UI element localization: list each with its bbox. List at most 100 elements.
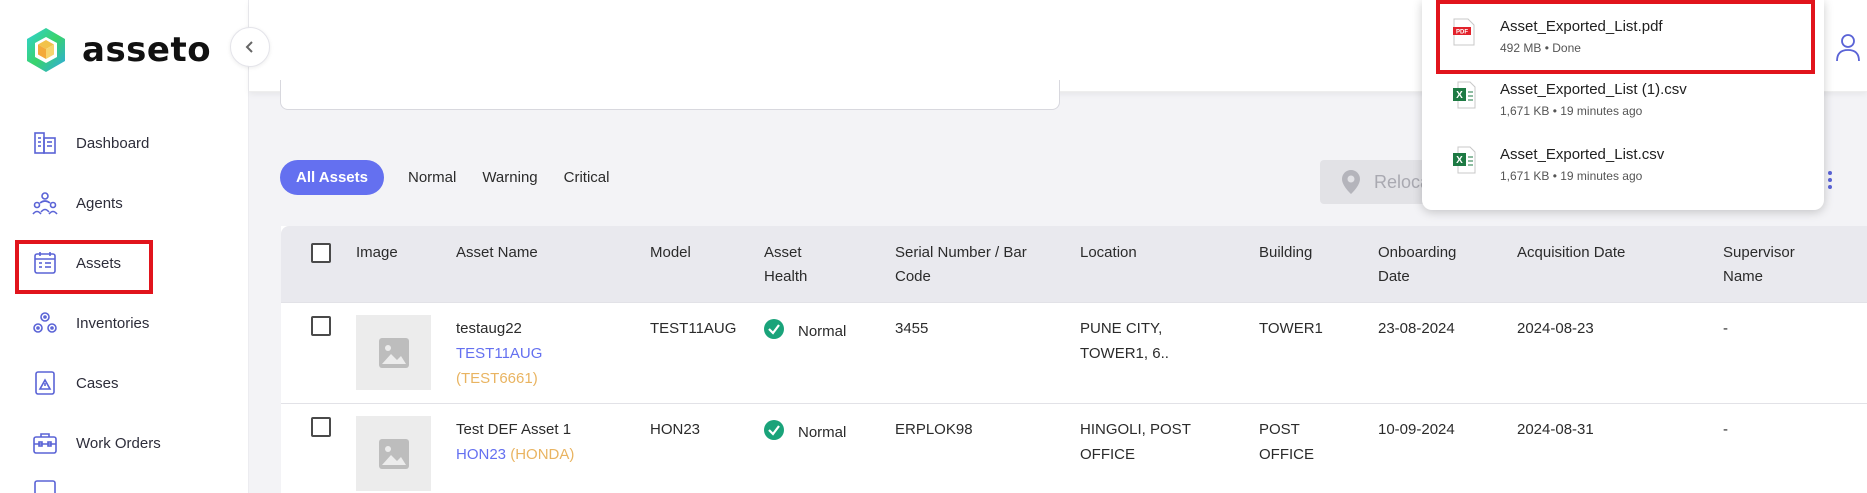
more-options-icon[interactable]: [1827, 170, 1833, 195]
download-item-pdf[interactable]: PDF Asset_Exported_List.pdf 492 MB • Don…: [1422, 0, 1824, 74]
model-cell: HON23: [650, 421, 701, 438]
asset-model-link[interactable]: HON23: [456, 446, 506, 463]
sidebar-item-label: Cases: [76, 374, 119, 392]
svg-text:PDF: PDF: [1456, 30, 1468, 36]
tab-critical[interactable]: Critical: [552, 161, 622, 194]
svg-text:X: X: [1456, 90, 1463, 101]
inventories-icon: [30, 308, 60, 338]
asset-name-cell: testaug22 TEST11AUG (TEST6661): [456, 316, 542, 391]
health-status: Normal: [798, 424, 847, 441]
table-header: Image Asset Name Model Asset Health Seri…: [281, 226, 1867, 302]
assets-icon: [30, 248, 60, 278]
location-cell: HINGOLI, POST OFFICE: [1080, 421, 1191, 463]
sidebar-item-dashboard[interactable]: Dashboard: [0, 113, 249, 173]
model-cell: TEST11AUG: [650, 320, 737, 337]
sidebar-item-work-orders[interactable]: Work Orders: [0, 413, 249, 473]
download-info: Asset_Exported_List (1).csv 1,671 KB • 1…: [1500, 81, 1687, 118]
asset-brand-link[interactable]: (HONDA): [510, 446, 574, 463]
asset-thumbnail: [356, 315, 431, 390]
assets-table: Image Asset Name Model Asset Health Seri…: [281, 226, 1867, 493]
select-all-checkbox[interactable]: [311, 243, 331, 263]
supervisor-cell: -: [1723, 421, 1728, 438]
sidebar-item-label: Dashboard: [76, 134, 150, 152]
health-status: Normal: [798, 323, 847, 340]
download-item-csv[interactable]: X Asset_Exported_List (1).csv 1,671 KB •…: [1422, 65, 1824, 130]
dashboard-icon: [30, 128, 60, 158]
row-checkbox[interactable]: [311, 417, 331, 437]
check-circle-icon: [764, 419, 784, 440]
health-cell: Normal: [764, 313, 846, 344]
header-model[interactable]: Model: [650, 241, 691, 265]
sidebar-item-agents[interactable]: Agents: [0, 173, 249, 233]
excel-file-icon: X: [1453, 81, 1476, 109]
serial-cell: 3455: [895, 320, 929, 337]
download-file-meta: 1,671 KB • 19 minutes ago: [1500, 169, 1643, 183]
sidebar-item-label: Agents: [76, 194, 123, 212]
relocate-button[interactable]: Reloca: [1320, 160, 1430, 204]
table-row[interactable]: Test DEF Asset 1 HON23 (HONDA) HON23 Nor…: [281, 403, 1867, 493]
health-cell: Normal: [764, 414, 846, 445]
row-checkbox[interactable]: [311, 316, 331, 336]
tab-warning[interactable]: Warning: [470, 161, 549, 194]
supervisor-cell: -: [1723, 320, 1728, 337]
download-file-meta: 492 MB • Done: [1500, 41, 1581, 55]
image-placeholder-icon: [378, 337, 409, 368]
sidebar-item-label: Assets: [76, 254, 122, 272]
pdf-file-icon: PDF: [1453, 18, 1475, 46]
downloads-popup: PDF Asset_Exported_List.pdf 492 MB • Don…: [1422, 0, 1824, 210]
sidebar-nav: Dashboard Agents Assets Inventories Case…: [0, 113, 249, 493]
onboarding-date-cell: 23-08-2024: [1378, 320, 1455, 337]
cases-icon: [30, 368, 60, 398]
header-asset-name[interactable]: Asset Name: [456, 241, 538, 265]
brand-logo[interactable]: asseto: [24, 26, 211, 74]
header-acquisition-date[interactable]: Acquisition Date: [1517, 241, 1625, 265]
sidebar: asseto Dashboard Agents Assets Inventori…: [0, 0, 249, 493]
work-orders-icon: [30, 428, 60, 458]
agents-icon: [30, 188, 60, 218]
sidebar-item-cases[interactable]: Cases: [0, 353, 249, 413]
sidebar-item-label: Work Orders: [76, 434, 161, 452]
sidebar-item-more[interactable]: [0, 473, 249, 493]
asset-name[interactable]: testaug22: [456, 316, 542, 341]
asset-name[interactable]: Test DEF Asset 1: [456, 417, 574, 442]
acquisition-date-cell: 2024-08-23: [1517, 320, 1594, 337]
asset-model-link[interactable]: TEST11AUG: [456, 341, 542, 366]
serial-cell: ERPLOK98: [895, 421, 973, 438]
acquisition-date-cell: 2024-08-31: [1517, 421, 1594, 438]
building-cell: POST OFFICE: [1259, 421, 1314, 463]
download-item-csv[interactable]: X Asset_Exported_List.csv 1,671 KB • 19 …: [1422, 130, 1824, 195]
asset-name-cell: Test DEF Asset 1 HON23 (HONDA): [456, 417, 574, 467]
tab-normal[interactable]: Normal: [396, 161, 468, 194]
building-cell: TOWER1: [1259, 320, 1323, 337]
location-cell: PUNE CITY, TOWER1, 6..: [1080, 320, 1169, 362]
app-window: asseto Dashboard Agents Assets Inventori…: [0, 0, 1867, 493]
calendar-icon: [30, 473, 60, 493]
svg-text:X: X: [1456, 155, 1463, 166]
download-file-name: Asset_Exported_List.csv: [1500, 146, 1665, 163]
table-row[interactable]: testaug22 TEST11AUG (TEST6661) TEST11AUG…: [281, 302, 1867, 403]
tab-all-assets[interactable]: All Assets: [280, 160, 384, 195]
user-icon[interactable]: [1835, 32, 1861, 67]
excel-file-icon: X: [1453, 146, 1476, 174]
logo-hexagon-icon: [27, 28, 65, 72]
header-onboarding-date[interactable]: Onboarding Date: [1378, 241, 1478, 289]
asset-filter-tabs: All Assets Normal Warning Critical: [280, 160, 623, 195]
header-building[interactable]: Building: [1259, 241, 1312, 265]
location-pin-icon: [1342, 170, 1360, 194]
download-file-name: Asset_Exported_List (1).csv: [1500, 81, 1687, 98]
sidebar-item-inventories[interactable]: Inventories: [0, 293, 249, 353]
onboarding-date-cell: 10-09-2024: [1378, 421, 1455, 438]
sidebar-item-assets[interactable]: Assets: [0, 233, 249, 294]
download-info: Asset_Exported_List.csv 1,671 KB • 19 mi…: [1500, 146, 1664, 183]
header-supervisor-name[interactable]: Supervisor Name: [1723, 241, 1823, 289]
asset-thumbnail: [356, 416, 431, 491]
asset-brand-link[interactable]: (TEST6661): [456, 366, 542, 391]
header-asset-health[interactable]: Asset Health: [764, 241, 824, 289]
image-placeholder-icon: [378, 438, 409, 469]
download-file-meta: 1,671 KB • 19 minutes ago: [1500, 104, 1643, 118]
collapse-sidebar-button[interactable]: [230, 27, 270, 67]
download-file-name: Asset_Exported_List.pdf: [1500, 18, 1663, 35]
header-image: Image: [356, 244, 398, 261]
header-location[interactable]: Location: [1080, 241, 1137, 265]
header-serial-number[interactable]: Serial Number / Bar Code: [895, 241, 1045, 289]
